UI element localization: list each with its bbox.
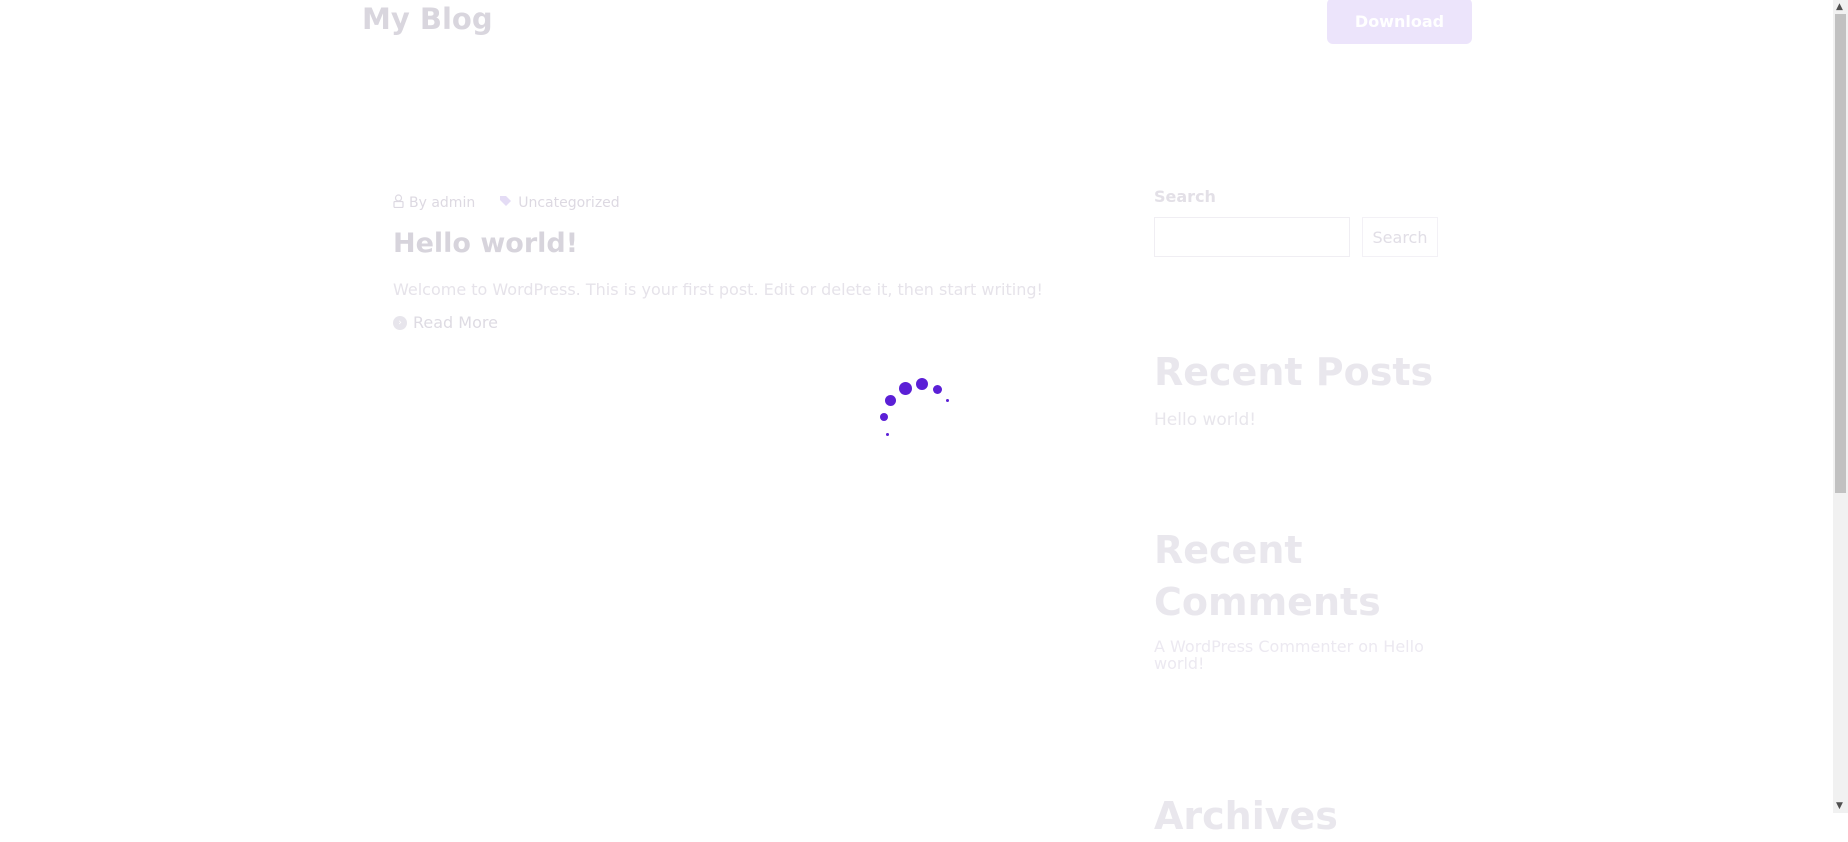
scroll-down-icon[interactable]: ▼: [1836, 801, 1843, 811]
recent-posts-title: Recent Posts: [1154, 350, 1434, 394]
comment-on-text: on: [1358, 637, 1379, 656]
spinner-dot: [880, 413, 888, 421]
scrollbar-thumb[interactable]: [1835, 14, 1846, 493]
scroll-up-icon[interactable]: ▲: [1836, 2, 1843, 12]
search-input[interactable]: [1154, 217, 1350, 257]
spinner-dot: [946, 399, 949, 402]
archives-title: Archives: [1154, 794, 1338, 838]
download-button[interactable]: Download: [1327, 0, 1472, 44]
arrow-circle-icon: ›: [393, 315, 407, 330]
search-label: Search: [1154, 187, 1216, 206]
spinner-dot: [916, 378, 928, 390]
page: My Blog Download By admin Uncategorized …: [0, 0, 1833, 838]
read-more-label: Read More: [413, 313, 498, 332]
search-button[interactable]: Search: [1362, 217, 1438, 257]
site-title[interactable]: My Blog: [362, 2, 493, 36]
post-author-label: By admin: [409, 195, 476, 211]
user-icon: [393, 194, 404, 212]
spinner-dot: [886, 433, 889, 436]
post-meta: By admin Uncategorized: [393, 194, 620, 212]
read-more-link[interactable]: › Read More: [393, 313, 498, 332]
post-excerpt: Welcome to WordPress. This is your first…: [393, 280, 1043, 299]
spinner-dot: [899, 382, 912, 395]
spinner-dot: [933, 385, 942, 394]
post-title[interactable]: Hello world!: [393, 228, 578, 259]
post-category[interactable]: Uncategorized: [499, 194, 620, 212]
tag-icon: [499, 195, 513, 211]
post-category-label: Uncategorized: [518, 195, 620, 211]
recent-comments-title: Recent Comments: [1154, 528, 1381, 624]
recent-comment: A WordPress Commenter on Hello world!: [1154, 638, 1454, 672]
spinner-dot: [885, 395, 896, 406]
vertical-scrollbar[interactable]: ▲ ▼: [1833, 0, 1848, 813]
post-author[interactable]: By admin: [393, 194, 475, 212]
loading-spinner-icon: [870, 370, 960, 440]
recent-post-link[interactable]: Hello world!: [1154, 410, 1256, 430]
